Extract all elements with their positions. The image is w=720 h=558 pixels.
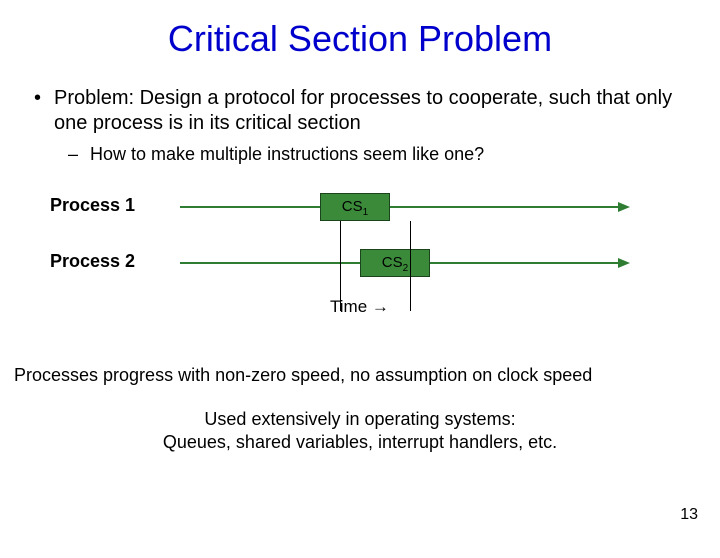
- footnote-2-line1: Used extensively in operating systems:: [0, 408, 720, 431]
- cs2-subscript: 2: [403, 263, 409, 274]
- timeline-diagram: Process 1 CS1 Process 2 CS2 Time →: [40, 191, 680, 351]
- process1-arrowhead-icon: [618, 202, 630, 212]
- cs1-subscript: 1: [363, 207, 369, 218]
- page-number: 13: [680, 506, 698, 524]
- bullet-item: • Problem: Design a protocol for process…: [28, 86, 692, 136]
- footnote-2: Used extensively in operating systems: Q…: [0, 408, 720, 453]
- time-axis-label: Time →: [330, 297, 389, 317]
- process1-label: Process 1: [50, 195, 135, 216]
- cs2-box: CS2: [360, 249, 430, 277]
- sub-bullet-marker: –: [68, 144, 90, 165]
- footnote-2-line2: Queues, shared variables, interrupt hand…: [0, 431, 720, 454]
- guide-line-2: [410, 221, 411, 311]
- slide-title: Critical Section Problem: [0, 18, 720, 60]
- cs2-label: CS: [382, 254, 403, 271]
- process2-label: Process 2: [50, 251, 135, 272]
- process2-arrowhead-icon: [618, 258, 630, 268]
- cs1-box: CS1: [320, 193, 390, 221]
- bullet-text: Problem: Design a protocol for processes…: [54, 86, 692, 136]
- sub-bullet-item: – How to make multiple instructions seem…: [28, 144, 692, 165]
- slide-body: • Problem: Design a protocol for process…: [0, 60, 720, 165]
- bullet-marker: •: [28, 86, 54, 111]
- process1-timeline: [180, 206, 620, 208]
- sub-bullet-text: How to make multiple instructions seem l…: [90, 144, 484, 165]
- cs1-label: CS: [342, 198, 363, 215]
- footnote-1: Processes progress with non-zero speed, …: [0, 365, 720, 386]
